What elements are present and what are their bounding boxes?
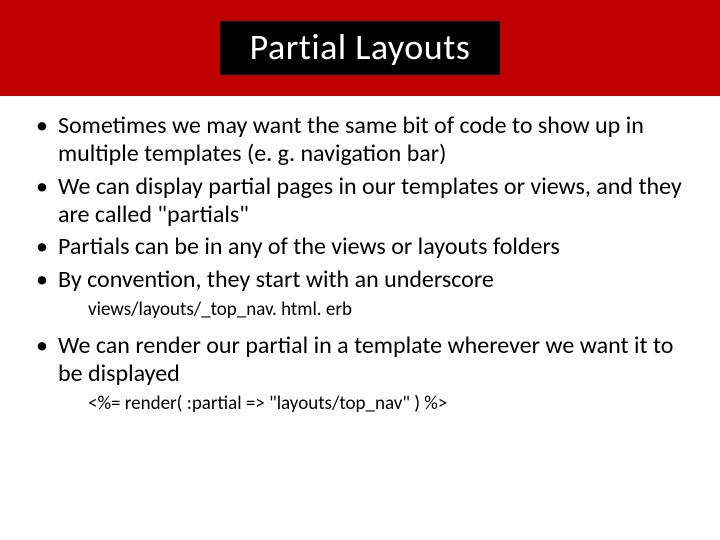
sub-item: <%= render( :partial => "layouts/top_nav…: [88, 392, 692, 416]
bullet-item: We can display partial pages in our temp…: [28, 173, 692, 230]
sub-list: views/layouts/_top_nav. html. erb: [88, 298, 692, 322]
slide-body: Sometimes we may want the same bit of co…: [28, 112, 692, 426]
bullet-item: By convention, they start with an unders…: [28, 266, 692, 322]
bullet-item: Partials can be in any of the views or l…: [28, 233, 692, 261]
bullet-text: Sometimes we may want the same bit of co…: [58, 111, 644, 168]
title-band: Partial Layouts: [0, 0, 720, 96]
bullet-item: We can render our partial in a template …: [28, 332, 692, 416]
sub-list: <%= render( :partial => "layouts/top_nav…: [88, 392, 692, 416]
sub-item: views/layouts/_top_nav. html. erb: [88, 298, 692, 322]
bullet-text: We can render our partial in a template …: [58, 331, 673, 388]
bullet-item: Sometimes we may want the same bit of co…: [28, 112, 692, 169]
bullet-text: By convention, they start with an unders…: [58, 265, 494, 294]
bullet-list: Sometimes we may want the same bit of co…: [28, 112, 692, 416]
bullet-text: Partials can be in any of the views or l…: [58, 232, 560, 261]
slide-title: Partial Layouts: [220, 21, 501, 75]
bullet-text: We can display partial pages in our temp…: [58, 172, 682, 229]
slide: Partial Layouts Sometimes we may want th…: [0, 0, 720, 540]
